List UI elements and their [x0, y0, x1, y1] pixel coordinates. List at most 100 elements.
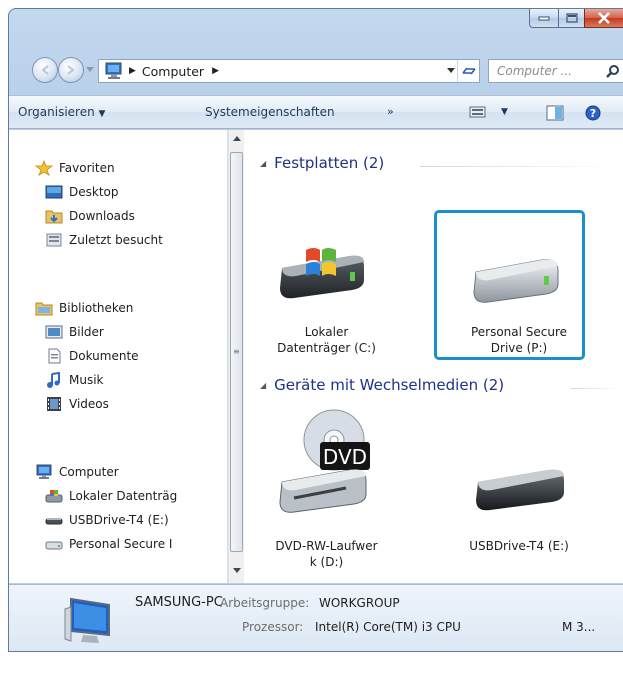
processor-value: Intel(R) Core(TM) i3 CPU: [315, 620, 461, 634]
nav-computer-label: Computer: [59, 465, 119, 479]
dvd-badge: DVD: [323, 445, 367, 469]
svg-text:?: ?: [590, 107, 596, 120]
maximize-button[interactable]: [558, 9, 584, 28]
nav-secure-drive-label: Personal Secure I: [69, 537, 173, 551]
organize-menu[interactable]: Organisieren ▼: [18, 105, 105, 119]
minimize-icon: [538, 16, 550, 21]
search-box[interactable]: Computer ...: [488, 59, 623, 83]
nav-local-disk-label: Lokaler Datenträg: [69, 489, 178, 503]
preview-pane-button[interactable]: [546, 105, 564, 124]
scrollbar-grip-icon: ≡: [233, 347, 240, 356]
nav-computer[interactable]: Computer: [35, 464, 119, 480]
back-button[interactable]: [32, 57, 58, 83]
close-button[interactable]: [584, 9, 623, 28]
maximize-icon: [565, 13, 578, 23]
close-icon: [598, 12, 610, 24]
nav-music-label: Musik: [69, 373, 104, 387]
chevron-down-icon: ▼: [98, 109, 106, 119]
drive-dvd-d[interactable]: DVD DVD-RW-Laufwer k (D:): [264, 400, 389, 580]
recent-pages-dropdown-icon[interactable]: [86, 67, 94, 73]
command-bar: Organisieren ▼ Systemeigenschaften » ▼ ?: [9, 95, 623, 129]
processor-label: Prozessor:: [242, 620, 304, 634]
usb-drive-icon: [476, 469, 564, 511]
explorer-window: ▶ Computer ▶ Computer ... Organisieren ▼…: [0, 0, 623, 673]
refresh-icon: [461, 67, 476, 75]
scroll-up-icon[interactable]: [233, 136, 241, 141]
drive-usb-e[interactable]: USBDrive-T4 (E:): [454, 400, 584, 580]
collapse-triangle-icon[interactable]: ◢: [260, 381, 266, 390]
caption-buttons: [529, 9, 623, 28]
group-hard-drives-label: Festplatten (2): [274, 154, 385, 172]
nav-videos[interactable]: Videos: [45, 396, 109, 412]
drive-e-line1: USBDrive-T4 (E:): [469, 539, 569, 553]
nav-pictures[interactable]: Bilder: [45, 324, 104, 340]
windows-drive-icon: [280, 248, 364, 299]
computer-icon: [103, 62, 125, 80]
group-removable[interactable]: ◢ Geräte mit Wechselmedien (2): [260, 376, 504, 394]
refresh-button[interactable]: [457, 60, 479, 82]
music-icon: [45, 371, 63, 388]
nav-desktop[interactable]: Desktop: [45, 184, 119, 200]
nav-usb-drive-label: USBDrive-T4 (E:): [69, 513, 169, 527]
group-hard-drives[interactable]: ◢ Festplatten (2): [260, 154, 384, 172]
drive-d-line2: k (D:): [309, 555, 344, 569]
documents-icon: [45, 348, 63, 364]
nav-documents[interactable]: Dokumente: [45, 348, 139, 364]
nav-local-disk[interactable]: Lokaler Datenträg: [45, 488, 177, 504]
nav-recent-label: Zuletzt besucht: [69, 233, 163, 247]
minimize-button[interactable]: [529, 9, 558, 28]
navigation-scrollbar[interactable]: ≡: [228, 130, 244, 583]
nav-documents-label: Dokumente: [69, 349, 139, 363]
hard-drive-icon: [45, 536, 63, 552]
selection-highlight: [434, 210, 585, 360]
more-commands-button[interactable]: »: [387, 105, 394, 118]
help-icon: ?: [585, 105, 601, 121]
nav-favorites-label: Favoriten: [59, 161, 115, 175]
drive-local-c[interactable]: Lokaler Datenträger (C:): [264, 218, 389, 368]
pictures-icon: [45, 324, 63, 340]
collapse-triangle-icon[interactable]: ◢: [260, 159, 266, 168]
videos-icon: [45, 396, 63, 412]
scroll-down-icon[interactable]: [233, 568, 241, 573]
address-bar[interactable]: ▶ Computer ▶: [98, 59, 480, 83]
nav-libraries-label: Bibliotheken: [59, 301, 134, 315]
view-icon: [469, 106, 486, 118]
computer-name: SAMSUNG-PC: [135, 595, 223, 610]
group-removable-label: Geräte mit Wechselmedien (2): [274, 376, 505, 394]
search-placeholder: Computer ...: [497, 64, 572, 78]
nav-recent[interactable]: Zuletzt besucht: [45, 232, 163, 248]
breadcrumb-computer[interactable]: Computer: [142, 64, 204, 79]
forward-button[interactable]: [58, 57, 84, 83]
nav-desktop-label: Desktop: [69, 185, 119, 199]
view-dropdown-icon[interactable]: ▼: [501, 107, 508, 117]
nav-favorites[interactable]: Favoriten: [34, 159, 115, 176]
system-properties-button[interactable]: Systemeigenschaften: [205, 105, 335, 119]
navigation-pane: Favoriten Desktop Downloads Zuletzt besu…: [9, 130, 228, 583]
workgroup-value: WORKGROUP: [319, 596, 400, 610]
drive-c-line2: Datenträger (C:): [277, 341, 376, 355]
nav-music[interactable]: Musik: [45, 371, 104, 388]
star-icon: [34, 159, 54, 176]
group-divider: [570, 388, 620, 389]
recent-places-icon: [45, 232, 63, 248]
nav-secure-drive[interactable]: Personal Secure I: [45, 536, 172, 552]
nav-videos-label: Videos: [69, 397, 109, 411]
desktop-icon: [45, 184, 63, 200]
computer-icon: [64, 597, 110, 643]
organize-label: Organisieren: [18, 105, 95, 119]
computer-icon: [35, 464, 53, 480]
nav-usb-drive[interactable]: USBDrive-T4 (E:): [45, 512, 169, 528]
processor-extra: M 3...: [562, 620, 596, 634]
libraries-icon: [35, 300, 53, 316]
breadcrumb-chevron-icon[interactable]: ▶: [212, 66, 219, 76]
change-view-button[interactable]: ▼: [469, 105, 508, 119]
nav-libraries[interactable]: Bibliotheken: [35, 300, 133, 316]
nav-downloads[interactable]: Downloads: [45, 208, 135, 224]
search-icon[interactable]: [606, 64, 620, 78]
address-dropdown-icon[interactable]: [447, 68, 455, 74]
downloads-folder-icon: [45, 208, 63, 224]
group-divider: [420, 166, 620, 167]
nav-pictures-label: Bilder: [69, 325, 104, 339]
help-button[interactable]: ?: [585, 105, 601, 124]
usb-drive-icon: [45, 512, 63, 528]
